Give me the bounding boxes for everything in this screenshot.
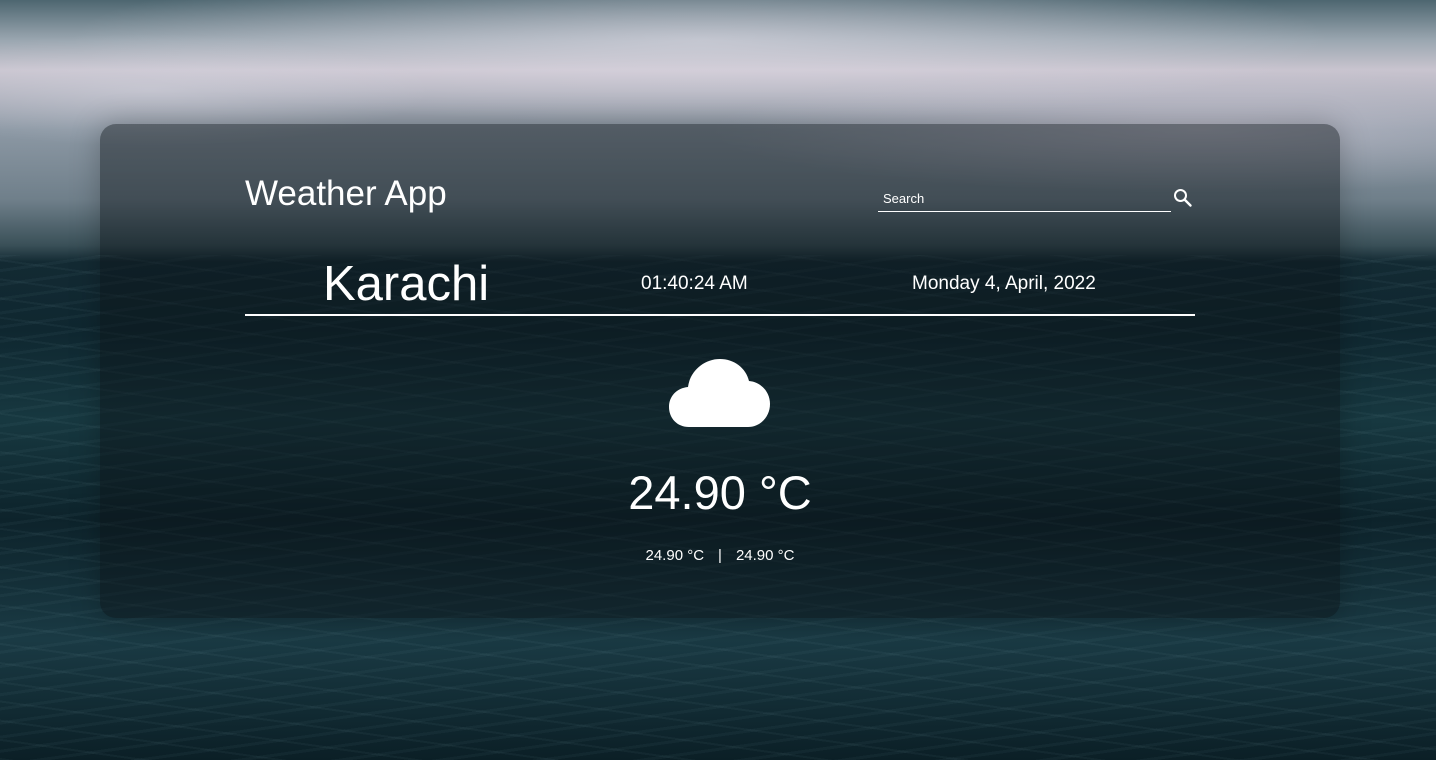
current-time: 01:40:24 AM (641, 273, 748, 294)
current-temperature: 24.90 °C (628, 466, 812, 519)
city-name: Karachi (323, 257, 490, 311)
max-temperature: 24.90 °C (735, 547, 795, 564)
search-input[interactable] (878, 186, 1171, 212)
current-date: Monday 4, April, 2022 (912, 273, 1096, 294)
cloud-icon (669, 359, 770, 427)
search-icon (1174, 189, 1192, 207)
min-temperature: 24.90 °C (645, 547, 705, 564)
search-bar (878, 186, 1195, 214)
search-button[interactable] (1171, 186, 1195, 210)
min-max-temperature: 24.90 °C | 24.90 °C (100, 547, 1340, 565)
app-title: Weather App (245, 174, 447, 213)
card-header: Weather App (245, 174, 1195, 224)
temperature-separator: | (718, 547, 722, 564)
weather-condition (669, 359, 771, 429)
location-info-row: Karachi 01:40:24 AM Monday 4, April, 202… (245, 254, 1195, 316)
weather-card: Weather App Karachi 01:40:24 AM Monday 4… (100, 124, 1340, 618)
